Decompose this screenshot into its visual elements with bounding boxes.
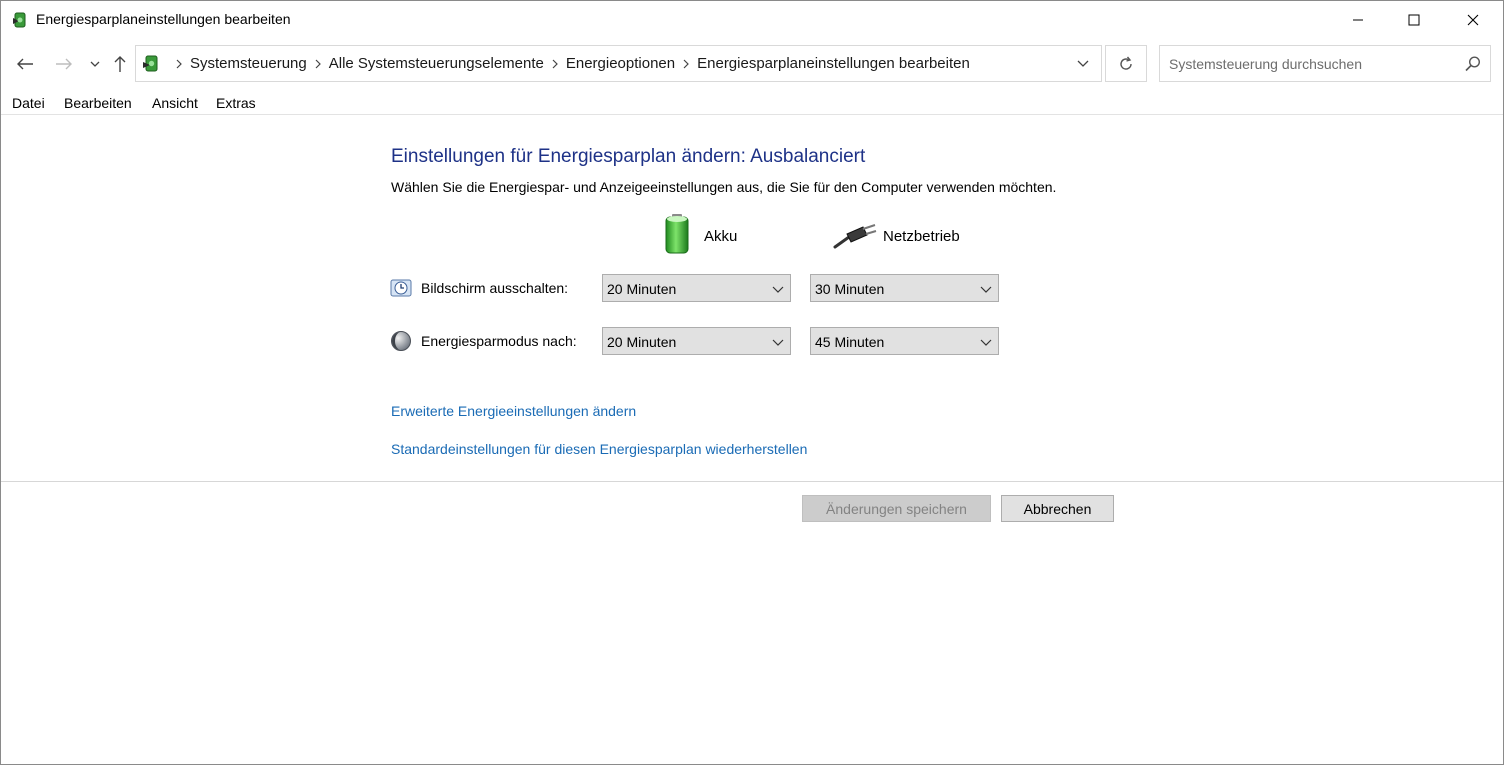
display-clock-icon bbox=[390, 277, 412, 299]
breadcrumb-separator-icon[interactable] bbox=[544, 59, 566, 69]
menu-item-edit[interactable]: Bearbeiten bbox=[64, 95, 132, 111]
breadcrumb: Systemsteuerung Alle Systemsteuerungsele… bbox=[168, 46, 970, 81]
search-placeholder: Systemsteuerung durchsuchen bbox=[1169, 56, 1362, 72]
select-value: 20 Minuten bbox=[607, 281, 677, 297]
display-off-plugged-select[interactable]: 30 Minuten bbox=[810, 274, 999, 302]
breadcrumb-separator-icon[interactable] bbox=[307, 59, 329, 69]
up-button[interactable] bbox=[109, 52, 131, 76]
power-plug-icon bbox=[833, 221, 877, 249]
menu-item-view[interactable]: Ansicht bbox=[152, 95, 198, 111]
chevron-down-icon bbox=[772, 286, 784, 293]
moon-sleep-icon bbox=[390, 330, 412, 352]
maximize-icon bbox=[1408, 14, 1420, 26]
breadcrumb-separator-icon[interactable] bbox=[168, 59, 190, 69]
restore-defaults-link[interactable]: Standardeinstellungen für diesen Energie… bbox=[391, 441, 807, 457]
menu-bar: Datei Bearbeiten Ansicht Extras bbox=[1, 89, 1503, 115]
select-value: 30 Minuten bbox=[815, 281, 885, 297]
breadcrumb-separator-icon[interactable] bbox=[675, 59, 697, 69]
sleep-plugged-select[interactable]: 45 Minuten bbox=[810, 327, 999, 355]
chevron-down-icon bbox=[980, 286, 992, 293]
arrow-right-icon bbox=[56, 58, 72, 70]
minimize-icon bbox=[1353, 19, 1363, 21]
recent-locations-button[interactable] bbox=[84, 52, 106, 76]
display-off-battery-select[interactable]: 20 Minuten bbox=[602, 274, 791, 302]
window: Energiesparplaneinstellungen bearbeiten bbox=[0, 0, 1504, 765]
title-bar: Energiesparplaneinstellungen bearbeiten bbox=[1, 1, 1503, 39]
select-value: 45 Minuten bbox=[815, 334, 885, 350]
close-icon bbox=[1467, 14, 1479, 26]
breadcrumb-item[interactable]: Systemsteuerung bbox=[190, 55, 307, 72]
arrow-left-icon bbox=[17, 58, 33, 70]
column-label-battery: Akku bbox=[704, 228, 738, 245]
select-value: 20 Minuten bbox=[607, 334, 677, 350]
search-icon[interactable] bbox=[1464, 55, 1482, 73]
battery-icon bbox=[661, 213, 693, 255]
divider bbox=[1, 481, 1503, 482]
sleep-battery-select[interactable]: 20 Minuten bbox=[602, 327, 791, 355]
power-options-icon bbox=[10, 10, 30, 30]
refresh-button[interactable] bbox=[1105, 45, 1147, 82]
breadcrumb-item[interactable]: Energiesparplaneinstellungen bearbeiten bbox=[697, 55, 970, 72]
breadcrumb-item[interactable]: Alle Systemsteuerungselemente bbox=[329, 55, 544, 72]
address-history-button[interactable] bbox=[1065, 46, 1101, 81]
setting-label-display-off: Bildschirm ausschalten: bbox=[421, 280, 569, 296]
maximize-button[interactable] bbox=[1391, 1, 1437, 39]
window-title: Energiesparplaneinstellungen bearbeiten bbox=[36, 11, 291, 27]
chevron-down-icon bbox=[90, 61, 100, 67]
breadcrumb-item[interactable]: Energieoptionen bbox=[566, 55, 675, 72]
cancel-button[interactable]: Abbrechen bbox=[1001, 495, 1114, 522]
back-button[interactable] bbox=[14, 52, 36, 76]
forward-button[interactable] bbox=[53, 52, 75, 76]
advanced-settings-link[interactable]: Erweiterte Energieeinstellungen ändern bbox=[391, 403, 636, 419]
page-description: Wählen Sie die Energiespar- und Anzeigee… bbox=[391, 179, 1057, 195]
address-bar[interactable]: Systemsteuerung Alle Systemsteuerungsele… bbox=[135, 45, 1102, 82]
navigation-bar: Systemsteuerung Alle Systemsteuerungsele… bbox=[1, 39, 1503, 89]
power-options-icon bbox=[140, 53, 162, 75]
column-label-plugged-in: Netzbetrieb bbox=[883, 228, 960, 245]
arrow-up-icon bbox=[114, 56, 126, 72]
menu-item-file[interactable]: Datei bbox=[12, 95, 45, 111]
refresh-icon bbox=[1120, 56, 1132, 70]
close-button[interactable] bbox=[1450, 1, 1496, 39]
setting-label-sleep: Energiesparmodus nach: bbox=[421, 333, 577, 349]
page-title: Einstellungen für Energiesparplan ändern… bbox=[391, 146, 866, 167]
minimize-button[interactable] bbox=[1335, 1, 1381, 39]
search-input[interactable]: Systemsteuerung durchsuchen bbox=[1159, 45, 1491, 82]
chevron-down-icon bbox=[980, 339, 992, 346]
chevron-down-icon bbox=[772, 339, 784, 346]
save-changes-button[interactable]: Änderungen speichern bbox=[802, 495, 991, 522]
chevron-down-icon bbox=[1077, 60, 1089, 67]
menu-item-extras[interactable]: Extras bbox=[216, 95, 256, 111]
